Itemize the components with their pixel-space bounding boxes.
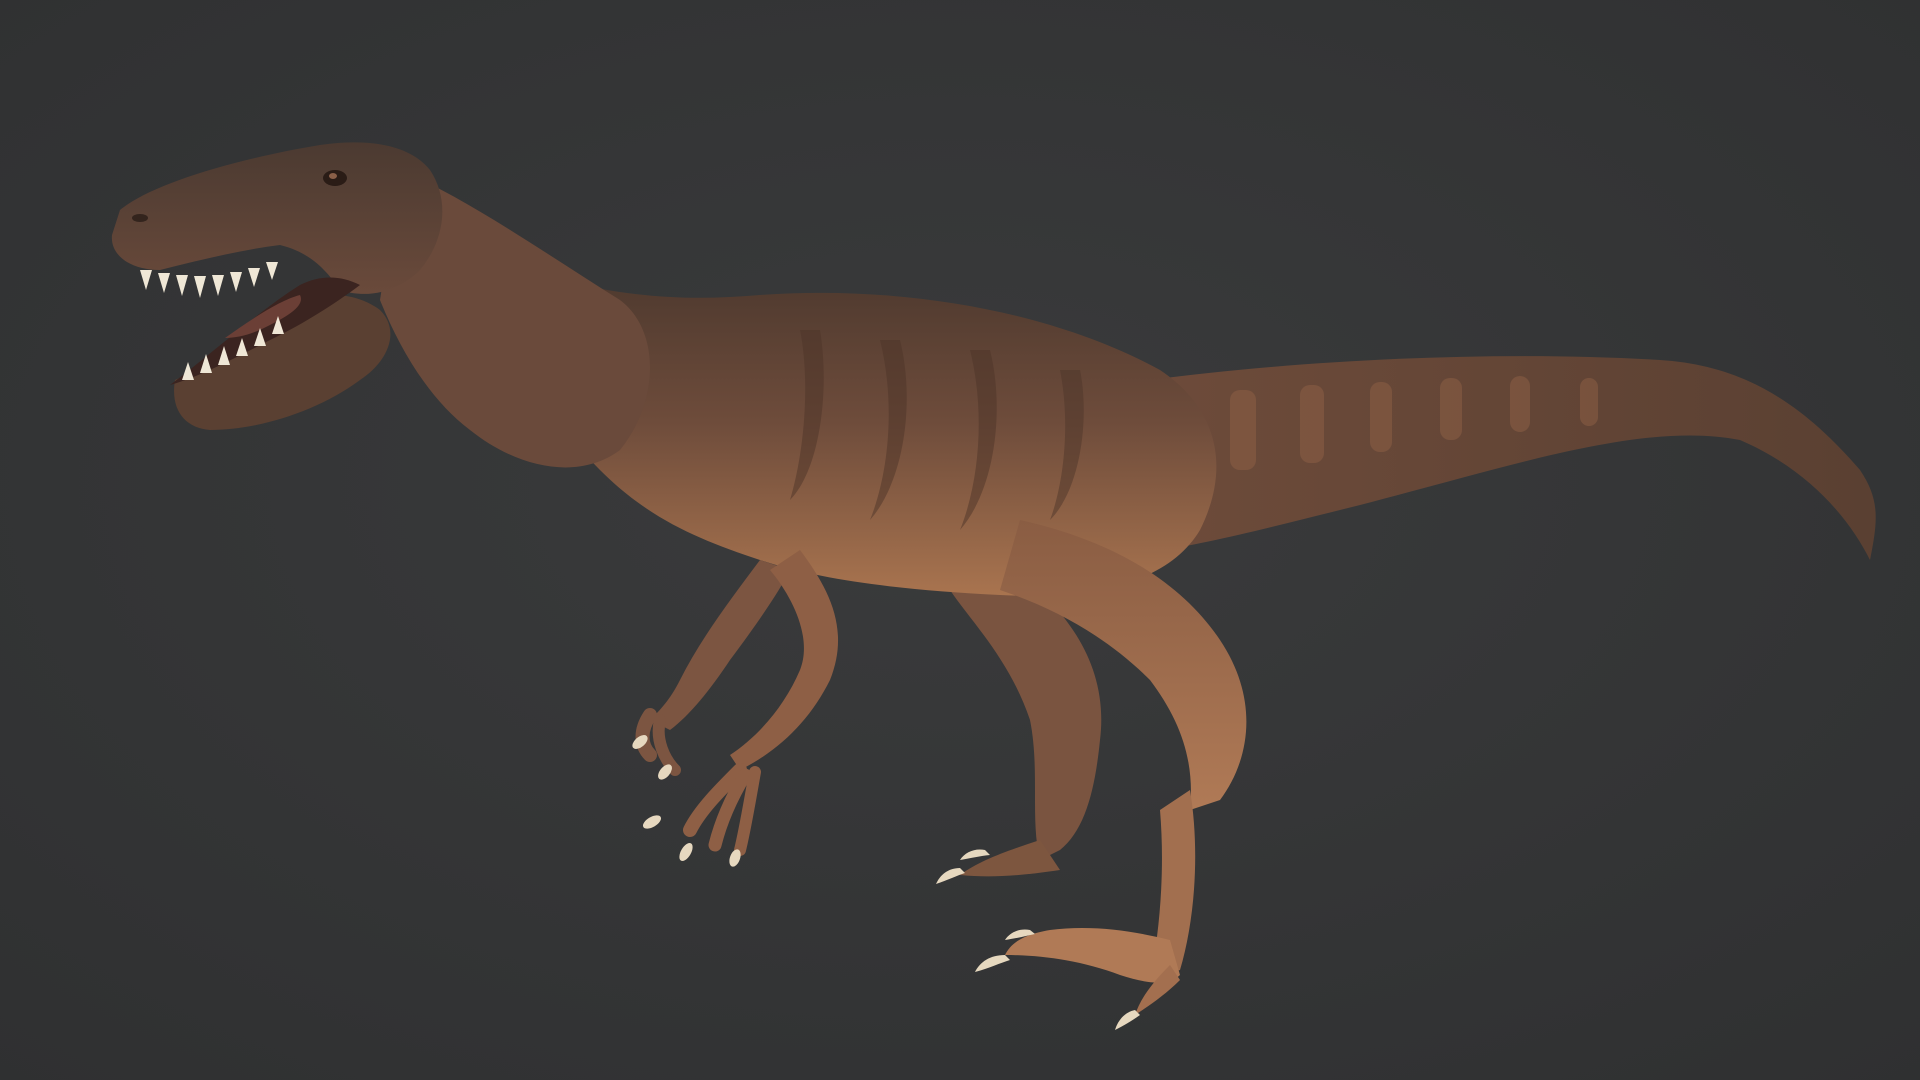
dinosaur-model-icon [111, 142, 1876, 1030]
viewport [0, 0, 1920, 1080]
head [111, 142, 443, 430]
